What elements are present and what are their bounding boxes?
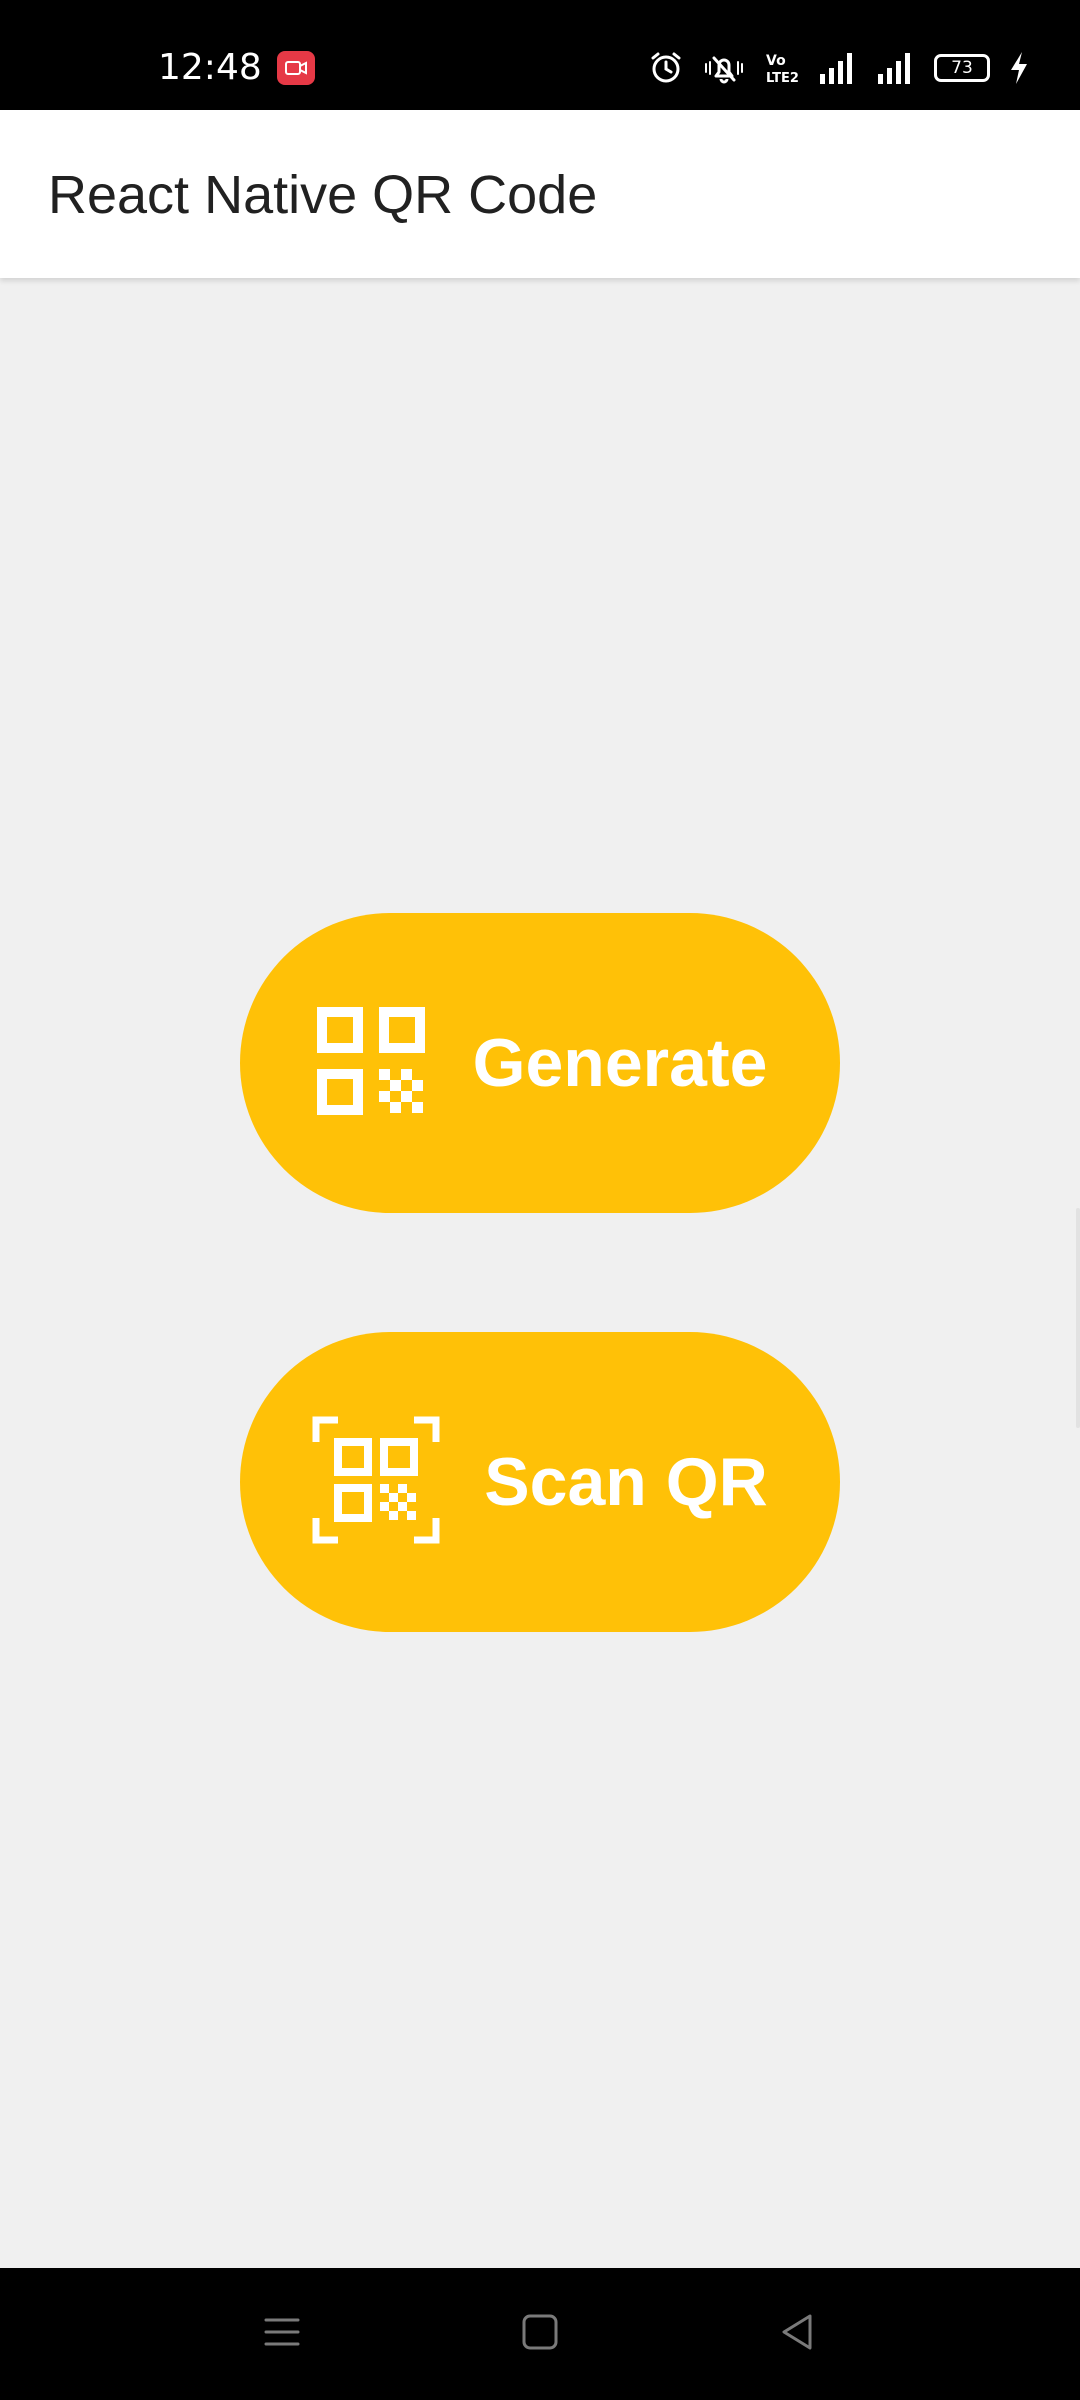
edge-panel-handle[interactable] (1076, 1208, 1080, 1428)
qr-scan-icon (312, 1416, 440, 1549)
notifications-muted-icon (702, 50, 746, 86)
battery-icon: 73 (934, 54, 990, 82)
generate-button[interactable]: Generate (240, 913, 840, 1213)
screen-recorder-icon (277, 51, 315, 85)
scan-qr-button[interactable]: Scan QR (240, 1332, 840, 1632)
volte-icon: Vo LTE2 (764, 50, 800, 86)
battery-level: 73 (951, 58, 973, 78)
alarm-icon (648, 50, 684, 86)
menu-button[interactable] (252, 2308, 312, 2360)
charging-icon (1008, 50, 1030, 86)
status-time: 12:48 (158, 47, 262, 88)
signal-icon (876, 50, 916, 86)
svg-text:Vo: Vo (766, 53, 786, 69)
menu-icon (262, 2314, 302, 2355)
main-content: Generate Scan QR (0, 278, 1080, 2268)
svg-text:LTE2: LTE2 (766, 71, 799, 86)
status-icons: Vo LTE2 73 (648, 46, 1030, 90)
app-bar: React Native QR Code (0, 110, 1080, 278)
home-button[interactable] (510, 2308, 570, 2360)
signal-icon (818, 50, 858, 86)
qr-code-icon (313, 1003, 429, 1124)
back-icon (778, 2312, 818, 2357)
back-button[interactable] (768, 2308, 828, 2360)
navigation-bar (0, 2268, 1080, 2400)
home-icon (520, 2312, 560, 2357)
scan-qr-button-label: Scan QR (484, 1444, 768, 1520)
generate-button-label: Generate (472, 1025, 768, 1101)
page-title: React Native QR Code (48, 165, 598, 225)
status-bar: 12:48 Vo LTE2 73 (0, 0, 1080, 110)
